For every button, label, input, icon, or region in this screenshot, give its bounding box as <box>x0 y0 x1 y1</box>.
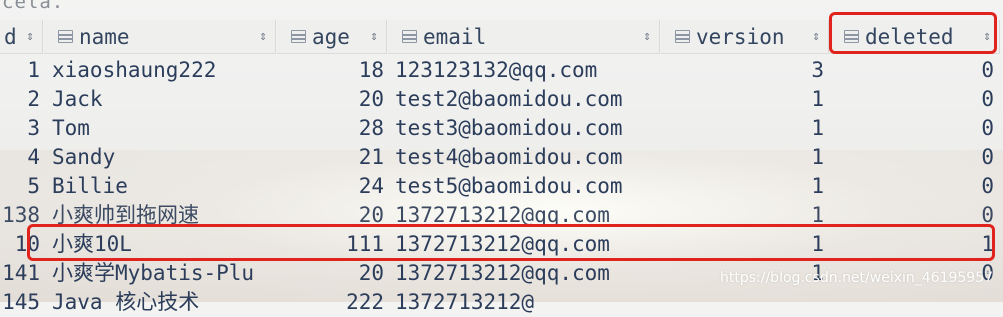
table-row[interactable]: 5 Billie 24 test5@baomidou.com 1 0 <box>0 172 1003 201</box>
cell-name: Sandy <box>52 145 116 169</box>
cell-id: 4 <box>27 145 40 169</box>
table-row[interactable]: 1 xiaoshaung222 18 123123132@qq.com 3 0 <box>0 56 1003 85</box>
table-column-icon <box>291 30 306 43</box>
table-column-icon <box>675 30 690 43</box>
cell-age: 21 <box>358 145 384 169</box>
column-header-age[interactable]: age ⇕ <box>277 20 387 54</box>
sort-icon[interactable]: ⇕ <box>370 29 378 44</box>
cell-name: Billie <box>52 174 128 198</box>
cell-version: 3 <box>811 58 824 82</box>
cell-name: xiaoshaung222 <box>52 58 217 82</box>
cell-id: 141 <box>2 261 40 285</box>
cell-age: 20 <box>358 261 384 285</box>
cell-id: 5 <box>27 174 40 198</box>
column-header-version-label: version <box>696 24 785 49</box>
cell-name: Java 核心技术 <box>52 290 200 314</box>
cell-id: 2 <box>27 87 40 111</box>
cell-email: test4@baomidou.com <box>395 145 623 169</box>
cell-email: 1372713212@qq.com <box>395 261 610 285</box>
watermark-text: https://blog.csdn.net/weixin_46195957 <box>720 270 994 286</box>
cell-age: 28 <box>358 116 384 140</box>
sort-icon[interactable]: ⇕ <box>26 29 34 44</box>
table-column-icon <box>58 30 73 43</box>
cell-id: 3 <box>27 116 40 140</box>
cell-age: 24 <box>358 174 384 198</box>
table-row[interactable]: 145 Java 核心技术 222 1372713212@ <box>0 288 1003 317</box>
sort-icon[interactable]: ⇕ <box>259 29 267 44</box>
cell-email: test2@baomidou.com <box>395 87 623 111</box>
cell-deleted: 0 <box>981 87 994 111</box>
cell-deleted: 0 <box>981 58 994 82</box>
cell-deleted: 0 <box>981 174 994 198</box>
column-header-name[interactable]: name ⇕ <box>44 20 276 54</box>
cell-version: 1 <box>811 116 824 140</box>
cell-email: test3@baomidou.com <box>395 116 623 140</box>
cell-name: 小爽学Mybatis-Plu <box>52 261 255 285</box>
cell-email: test5@baomidou.com <box>395 174 623 198</box>
deleted-column-highlight <box>829 12 997 54</box>
cell-version: 1 <box>811 145 824 169</box>
table-row[interactable]: 2 Jack 20 test2@baomidou.com 1 0 <box>0 85 1003 114</box>
cell-age: 222 <box>346 290 384 314</box>
cell-age: 18 <box>358 58 384 82</box>
cell-name: Tom <box>52 116 90 140</box>
cell-version <box>662 288 824 317</box>
sort-icon[interactable]: ⇕ <box>643 29 651 44</box>
cell-deleted: 0 <box>981 116 994 140</box>
column-header-version[interactable]: version ⇕ <box>661 20 829 54</box>
table-row[interactable]: 4 Sandy 21 test4@baomidou.com 1 0 <box>0 143 1003 172</box>
table-column-icon <box>402 30 417 43</box>
cell-name: Jack <box>52 87 103 111</box>
row-highlight-box <box>27 224 995 261</box>
column-header-id[interactable]: d ⇕ <box>0 20 43 54</box>
window-title-fragment: cela. <box>2 0 65 13</box>
cell-version: 1 <box>811 174 824 198</box>
column-header-email[interactable]: email ⇕ <box>388 20 660 54</box>
cell-deleted <box>834 288 994 317</box>
cell-id: 145 <box>2 290 40 314</box>
table-row[interactable]: 3 Tom 28 test3@baomidou.com 1 0 <box>0 114 1003 143</box>
sort-icon[interactable]: ⇕ <box>812 29 820 44</box>
cell-id: 1 <box>27 58 40 82</box>
cell-email: 123123132@qq.com <box>395 58 598 82</box>
column-header-name-label: name <box>79 24 130 49</box>
cell-email: 1372713212@ <box>395 290 535 314</box>
cell-age: 20 <box>358 87 384 111</box>
cell-version: 1 <box>811 87 824 111</box>
column-header-age-label: age <box>312 24 350 49</box>
cell-deleted: 0 <box>981 145 994 169</box>
column-header-id-label: d <box>4 24 17 49</box>
column-header-email-label: email <box>423 24 487 49</box>
